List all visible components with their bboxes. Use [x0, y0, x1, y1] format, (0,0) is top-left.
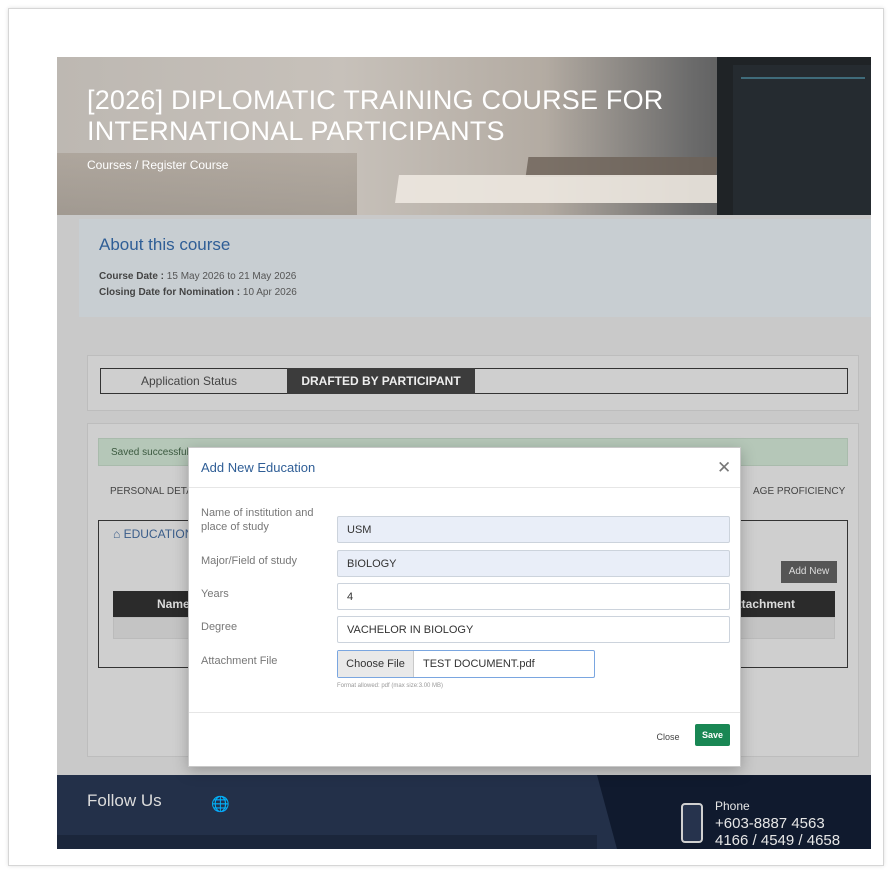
education-section-title: EDUCATION	[123, 527, 194, 541]
tab-language-proficiency[interactable]: AGE PROFICIENCY	[753, 486, 845, 497]
user-icon: ⌂	[113, 527, 121, 541]
application-status-badge: DRAFTED BY PARTICIPANT	[287, 368, 475, 394]
years-label: Years	[201, 588, 229, 600]
hero-notebook-image	[395, 175, 729, 203]
close-button[interactable]: Close	[651, 726, 685, 748]
phone-main-number: +603-8887 4563	[715, 815, 825, 832]
file-format-hint: Format allowed: pdf (max size:3.00 MB)	[337, 683, 444, 689]
institution-label: Name of institution and place of study	[201, 507, 314, 533]
modal-divider	[189, 712, 740, 713]
close-icon[interactable]: ✕	[717, 458, 731, 478]
page-title: [2026] DIPLOMATIC TRAINING COURSE FOR IN…	[87, 85, 664, 146]
add-education-modal: Add New Education ✕ Name of institution …	[188, 447, 741, 767]
application-status-bar: Application Status DRAFTED BY PARTICIPAN…	[100, 368, 848, 394]
hero-book-image	[525, 157, 719, 177]
about-heading: About this course	[99, 235, 231, 254]
education-section-header: ⌂ EDUCATION	[113, 527, 193, 541]
closing-date-line: Closing Date for Nomination : 10 Apr 202…	[99, 287, 297, 298]
about-course-panel: About this course Course Date : 15 May 2…	[79, 219, 871, 317]
footer-copyright-bar	[57, 835, 597, 849]
application-status-label: Application Status	[141, 374, 238, 388]
globe-icon[interactable]: 🌐	[211, 795, 230, 813]
modal-title: Add New Education	[201, 460, 316, 475]
closing-date-label: Closing Date for Nomination :	[99, 287, 241, 298]
phone-number: +603-8887 4563 4166 / 4549 / 4658	[715, 815, 840, 849]
major-input[interactable]: BIOLOGY	[337, 550, 730, 577]
selected-file-name: TEST DOCUMENT.pdf	[423, 658, 535, 670]
phone-extensions: 4166 / 4549 / 4658	[715, 832, 841, 849]
years-input[interactable]: 4	[337, 583, 730, 610]
add-new-button[interactable]: Add New	[781, 561, 837, 583]
hero-banner: [2026] DIPLOMATIC TRAINING COURSE FOR IN…	[57, 57, 871, 215]
modal-header: Add New Education ✕	[189, 448, 740, 488]
save-button[interactable]: Save	[695, 724, 730, 746]
application-status-card: Application Status DRAFTED BY PARTICIPAN…	[87, 355, 859, 411]
hero-code-line	[741, 77, 865, 79]
hero-monitor-screen	[733, 65, 871, 215]
course-date-label: Course Date :	[99, 271, 165, 282]
choose-file-button[interactable]: Choose File	[338, 651, 414, 677]
phone-icon	[681, 803, 703, 843]
attachment-file-input[interactable]: Choose File TEST DOCUMENT.pdf	[337, 650, 595, 678]
attachment-label: Attachment File	[201, 655, 278, 667]
browser-frame: [2026] DIPLOMATIC TRAINING COURSE FOR IN…	[8, 8, 884, 866]
phone-label: Phone	[715, 799, 750, 813]
institution-input[interactable]: USM	[337, 516, 730, 543]
course-date-line: Course Date : 15 May 2026 to 21 May 2026	[99, 271, 296, 282]
course-date-value: 15 May 2026 to 21 May 2026	[166, 271, 297, 282]
degree-input[interactable]: VACHELOR IN BIOLOGY	[337, 616, 730, 643]
closing-date-value: 10 Apr 2026	[242, 287, 297, 298]
site-footer: Follow Us 🌐 Phone +603-8887 4563 4166 / …	[57, 775, 871, 849]
major-label: Major/Field of study	[201, 555, 297, 567]
degree-label: Degree	[201, 621, 238, 633]
breadcrumb[interactable]: Courses / Register Course	[87, 158, 228, 172]
follow-us-label: Follow Us	[87, 791, 162, 810]
